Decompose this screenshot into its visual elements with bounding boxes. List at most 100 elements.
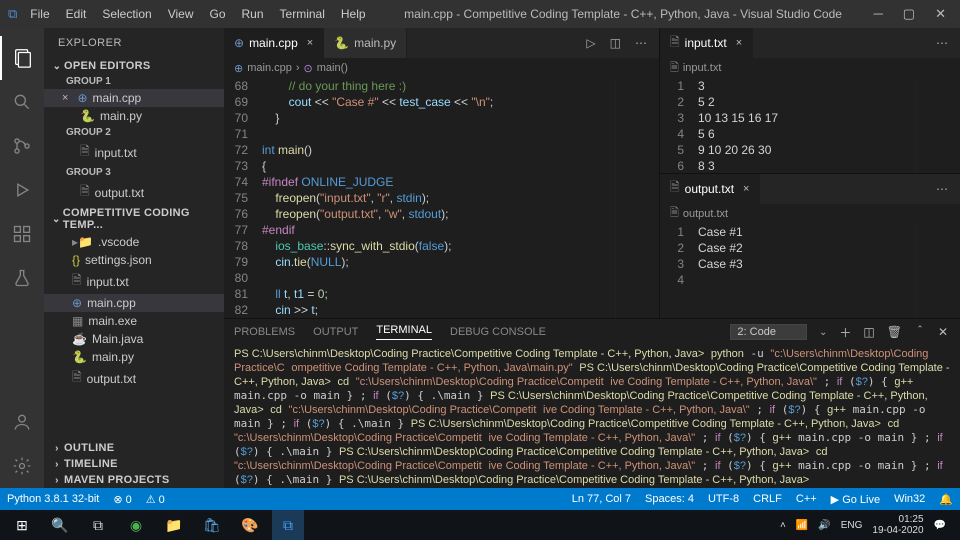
chrome-icon[interactable]: ◉ [120, 510, 152, 540]
more-icon[interactable]: ⋯ [936, 182, 948, 196]
section-maven projects[interactable]: ›MAVEN PROJECTS [44, 472, 224, 488]
text-editor-input[interactable]: 1 2 3 4 5 6 7 3 5 2 10 13 15 16 17 5 6 9… [660, 78, 960, 173]
menu-terminal[interactable]: Terminal [273, 4, 332, 24]
breadcrumb-1[interactable]: ⊕ main.cpp › ⊙ main() [224, 58, 659, 78]
close-icon[interactable]: ✕ [935, 6, 946, 22]
new-terminal-icon[interactable]: ＋ [839, 324, 851, 341]
status-item[interactable]: Spaces: 4 [638, 493, 701, 506]
more-icon[interactable]: ⋯ [936, 36, 948, 50]
code-content[interactable]: Case #1 Case #2 Case #3 [694, 224, 916, 319]
chevron-down-icon[interactable]: ⌄ [819, 327, 827, 338]
search-icon[interactable] [0, 80, 44, 124]
file-item[interactable]: ☕ Main.java [44, 330, 224, 348]
notifications-icon[interactable]: 💬 [934, 520, 946, 531]
status-item[interactable]: ⚠ 0 [139, 493, 172, 506]
tab-label: input.txt [685, 36, 727, 50]
file-item[interactable]: {} settings.json [44, 251, 224, 269]
terminal-content[interactable]: PS C:\Users\chinm\Desktop\Coding Practic… [224, 345, 960, 488]
status-item[interactable]: Ln 77, Col 7 [565, 493, 638, 506]
vscode-icon[interactable]: ⧉ [272, 510, 304, 540]
file-item[interactable]: 🗎 output.txt [44, 366, 224, 391]
test-icon[interactable] [0, 256, 44, 300]
status-item[interactable]: C++ [789, 493, 824, 506]
kill-terminal-icon[interactable]: 🗑 [887, 325, 902, 339]
status-item[interactable]: UTF-8 [701, 493, 746, 506]
breadcrumb-input[interactable]: 🗎input.txt [660, 58, 960, 78]
panel-tab-debug[interactable]: DEBUG CONSOLE [450, 326, 546, 338]
clock[interactable]: 01:25 19-04-2020 [872, 514, 923, 536]
menu-selection[interactable]: Selection [95, 4, 158, 24]
menu-edit[interactable]: Edit [59, 4, 94, 24]
maximize-panel-icon[interactable]: ＾ [914, 324, 926, 341]
section-outline[interactable]: ›OUTLINE [44, 440, 224, 456]
network-icon[interactable]: 📶 [796, 520, 808, 531]
close-tab-icon[interactable]: × [743, 183, 749, 195]
menu-help[interactable]: Help [334, 4, 373, 24]
menu-file[interactable]: File [23, 4, 56, 24]
menu-go[interactable]: Go [203, 4, 233, 24]
tray-date: 19-04-2020 [872, 525, 923, 536]
file-item[interactable]: ▸📁 .vscode [44, 233, 224, 251]
store-icon[interactable]: 🛍 [196, 510, 228, 540]
tab-main.cpp[interactable]: ⊕ main.cpp× [224, 28, 324, 58]
status-item[interactable]: ⊗ 0 [106, 493, 138, 506]
open-editor-item[interactable]: ×⊕ main.cpp [44, 89, 224, 107]
split-icon[interactable]: ◫ [610, 36, 621, 50]
folder-header[interactable]: ⌄COMPETITIVE CODING TEMP... [44, 205, 224, 233]
extensions-icon[interactable] [0, 212, 44, 256]
split-terminal-icon[interactable]: ◫ [863, 325, 874, 339]
app-icon: ⧉ [8, 6, 17, 22]
menu-run[interactable]: Run [235, 4, 271, 24]
text-editor-output[interactable]: 1 2 3 4 Case #1 Case #2 Case #3 [660, 224, 960, 319]
status-item[interactable]: Win32 [887, 493, 932, 506]
panel-tab-terminal[interactable]: TERMINAL [376, 324, 432, 340]
close-tab-icon[interactable]: × [736, 37, 742, 49]
terminal-selector[interactable]: 2: Code [730, 324, 807, 340]
minimize-icon[interactable]: ─ [874, 6, 883, 22]
menu-view[interactable]: View [161, 4, 201, 24]
status-item[interactable]: ▶ Go Live [824, 493, 887, 506]
explorer-icon[interactable] [0, 36, 44, 80]
code-editor[interactable]: 68 69 70 71 72 73 74 75 76 77 78 79 80 8… [224, 78, 659, 318]
panel: PROBLEMS OUTPUT TERMINAL DEBUG CONSOLE 2… [224, 318, 960, 488]
open-editors-header[interactable]: ⌄OPEN EDITORS [44, 58, 224, 74]
start-icon[interactable]: ⊞ [6, 510, 38, 540]
debug-icon[interactable] [0, 168, 44, 212]
minimap[interactable] [916, 78, 960, 173]
open-editor-item[interactable]: 🗎 input.txt [44, 140, 224, 165]
tray-chevron-icon[interactable]: ˄ [780, 520, 786, 531]
search-icon[interactable]: 🔍 [44, 510, 76, 540]
file-item[interactable]: ▦ main.exe [44, 312, 224, 330]
lang-indicator[interactable]: ENG [841, 520, 863, 531]
code-content[interactable]: // do your thing here :) cout << "Case #… [258, 78, 615, 318]
explorer-icon[interactable]: 📁 [158, 510, 190, 540]
code-content[interactable]: 3 5 2 10 13 15 16 17 5 6 9 10 20 26 30 8… [694, 78, 916, 173]
tab-input[interactable]: 🗎input.txt× [660, 28, 753, 58]
status-item[interactable]: CRLF [746, 493, 789, 506]
panel-tab-problems[interactable]: PROBLEMS [234, 326, 295, 338]
paint-icon[interactable]: 🎨 [234, 510, 266, 540]
file-item[interactable]: 🐍 main.py [44, 348, 224, 366]
tab-main.py[interactable]: 🐍 main.py [324, 28, 407, 58]
gear-icon[interactable] [0, 444, 44, 488]
file-item[interactable]: 🗎 input.txt [44, 269, 224, 294]
minimap[interactable] [916, 224, 960, 319]
source-control-icon[interactable] [0, 124, 44, 168]
status-item[interactable]: 🔔 [932, 493, 960, 506]
run-icon[interactable]: ▷ [586, 36, 595, 50]
task-view-icon[interactable]: ⧉ [82, 510, 114, 540]
volume-icon[interactable]: 🔊 [818, 520, 830, 531]
open-editor-item[interactable]: 🐍 main.py [44, 107, 224, 125]
status-item[interactable]: Python 3.8.1 32-bit [0, 493, 106, 506]
account-icon[interactable] [0, 400, 44, 444]
section-timeline[interactable]: ›TIMELINE [44, 456, 224, 472]
more-icon[interactable]: ⋯ [635, 36, 647, 50]
breadcrumb-output[interactable]: 🗎output.txt [660, 204, 960, 224]
tab-output[interactable]: 🗎output.txt× [660, 174, 760, 204]
minimap[interactable] [615, 78, 659, 318]
maximize-icon[interactable]: ▢ [903, 6, 915, 22]
file-item[interactable]: ⊕ main.cpp [44, 294, 224, 312]
close-panel-icon[interactable]: ✕ [938, 325, 948, 339]
open-editor-item[interactable]: 🗎 output.txt [44, 180, 224, 205]
panel-tab-output[interactable]: OUTPUT [313, 326, 358, 338]
